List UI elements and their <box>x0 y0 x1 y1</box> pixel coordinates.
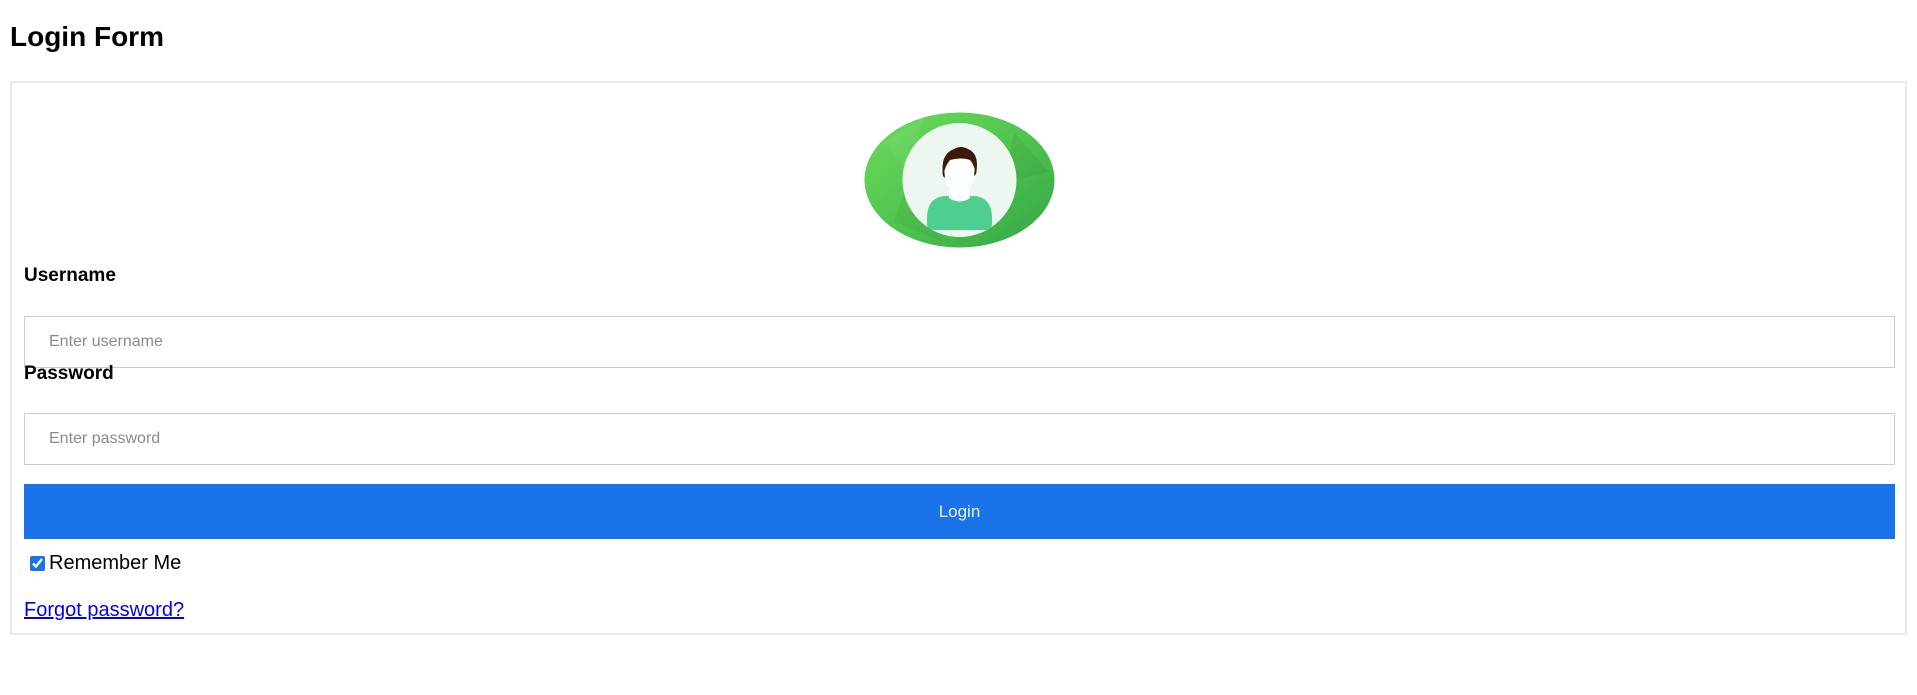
user-avatar-icon <box>864 112 1055 248</box>
login-button[interactable]: Login <box>24 484 1895 539</box>
username-input[interactable] <box>24 316 1895 368</box>
page-title: Login Form <box>10 21 164 52</box>
login-page: Login Form Username Enter username Passw… <box>0 0 1917 695</box>
password-label: Password <box>24 363 114 384</box>
password-input[interactable] <box>24 413 1895 465</box>
username-label: Username <box>24 265 116 286</box>
forgot-password-link[interactable]: Forgot password? <box>24 598 184 622</box>
avatar <box>864 112 1055 248</box>
login-form: Username Password Login Remember Me Forg… <box>10 81 1907 635</box>
remember-me-checkbox[interactable] <box>30 555 45 571</box>
remember-me[interactable]: Remember Me <box>30 551 181 575</box>
remember-me-label: Remember Me <box>49 552 182 574</box>
